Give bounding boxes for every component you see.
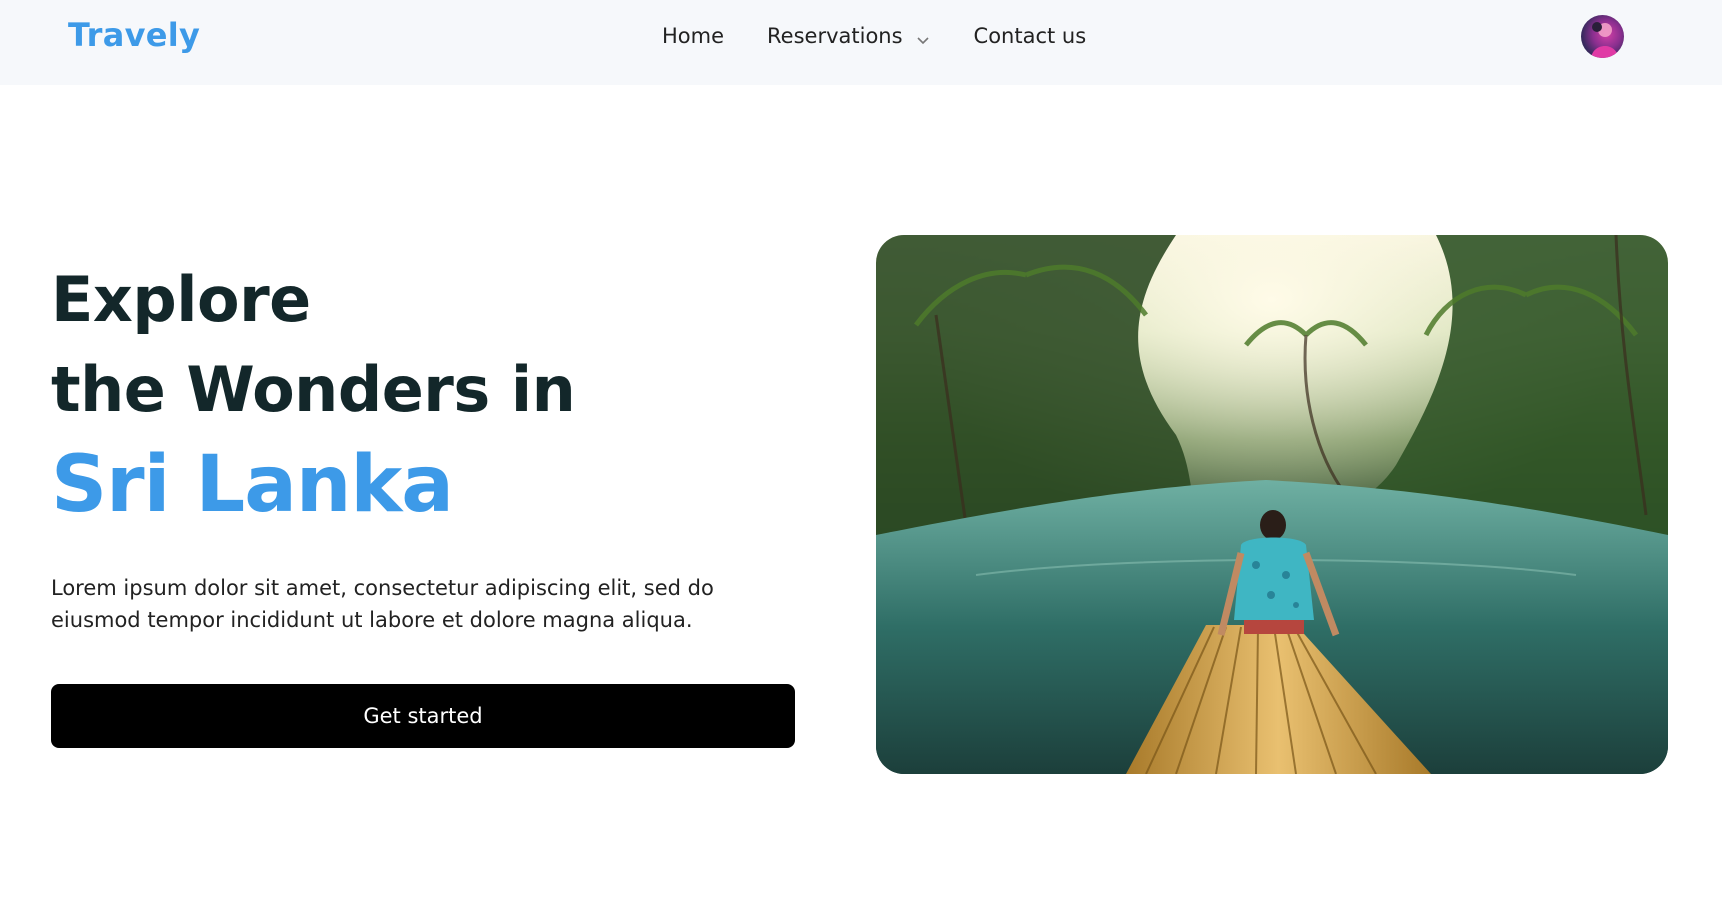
top-navbar: Travely Home Reservations Contact us — [0, 0, 1722, 85]
hero-heading-accent: Sri Lanka — [51, 440, 454, 530]
get-started-button[interactable]: Get started — [51, 684, 795, 748]
brand-logo[interactable]: Travely — [68, 16, 200, 54]
nav-item-reservations[interactable]: Reservations — [767, 24, 931, 48]
nav-item-reservations-label: Reservations — [767, 24, 903, 48]
hero-heading-line-2: the Wonders in — [51, 353, 576, 426]
chevron-down-icon — [915, 29, 931, 45]
hero-heading: Explore the Wonders in Sri Lanka — [51, 255, 801, 535]
nav-item-contact[interactable]: Contact us — [974, 24, 1087, 48]
nav-item-contact-label: Contact us — [973, 24, 1087, 48]
nav-item-home-label: Home — [662, 24, 725, 48]
main-nav: Home Reservations Contact us — [662, 24, 1086, 48]
hero-description: Lorem ipsum dolor sit amet, consectetur … — [51, 576, 714, 632]
nav-item-home[interactable]: Home — [662, 24, 724, 48]
user-avatar[interactable] — [1581, 15, 1624, 58]
hero-image — [876, 235, 1668, 774]
hero-heading-line-1: Explore — [51, 263, 311, 336]
